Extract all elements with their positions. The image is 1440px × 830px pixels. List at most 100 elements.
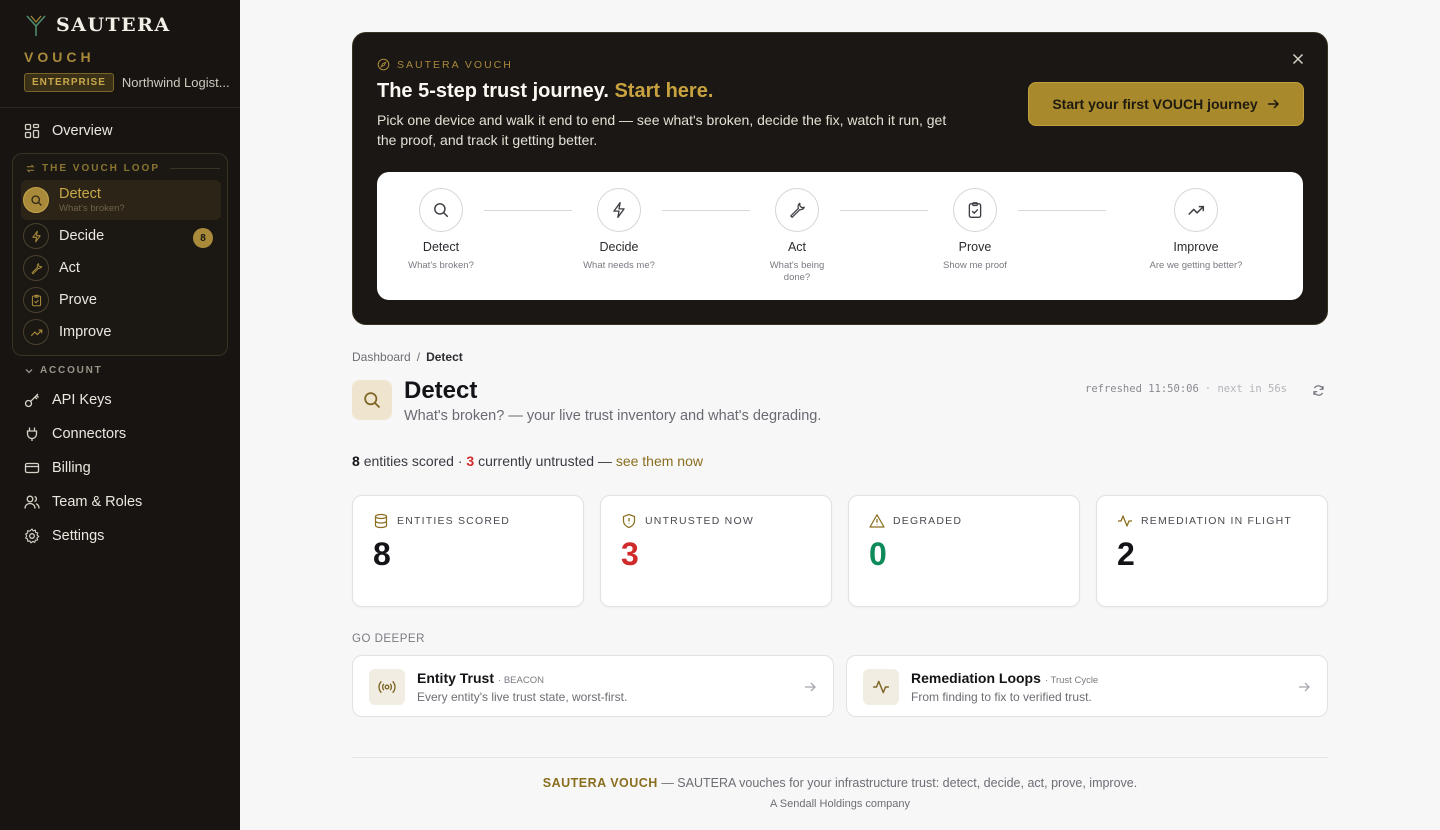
footer-tagline: — SAUTERA vouches for your infrastructur… — [661, 776, 1138, 790]
brand-name: SAUTERA — [56, 14, 171, 36]
kpi-remediation-in-flight: REMEDIATION IN FLIGHT 2 — [1096, 495, 1328, 607]
step-name: Improve — [1173, 240, 1219, 254]
card-title: Entity Trust · BEACON — [417, 670, 544, 686]
sidebar-item-label: Improve — [59, 324, 112, 340]
plug-icon — [26, 427, 38, 441]
sidebar-divider — [0, 107, 240, 108]
wrench-icon — [23, 255, 49, 281]
banner-title: The 5-step trust journey. Start here. — [377, 80, 713, 103]
decide-count-badge: 8 — [193, 228, 213, 248]
arrow-right-icon — [1299, 682, 1310, 692]
clipboard-check-icon — [953, 188, 997, 232]
step-subtitle: Are we getting better? — [1149, 260, 1243, 271]
step-prove[interactable]: Prove Show me proof — [905, 188, 1045, 272]
vouch-loop-title-text: THE VOUCH LOOP — [42, 163, 161, 174]
sidebar-item-decide[interactable]: Decide — [23, 223, 104, 249]
sidebar-item-team-roles[interactable]: Team & Roles — [24, 494, 142, 510]
onboarding-banner: SAUTERA VOUCH The 5-step trust journey. … — [352, 32, 1328, 325]
database-icon — [374, 513, 388, 529]
account-section-title: ACCOUNT — [40, 365, 103, 376]
sidebar-item-billing[interactable]: Billing — [24, 460, 91, 476]
chevron-down-icon — [25, 368, 33, 373]
breadcrumb-current: Detect — [426, 350, 463, 364]
sidebar-item-detect[interactable]: Detect What's broken? — [23, 186, 125, 214]
credit-card-icon — [24, 462, 40, 474]
summary-line: 8 entities scored · 3 currently untruste… — [352, 453, 703, 469]
banner-eyebrow: SAUTERA VOUCH — [377, 58, 513, 71]
sidebar-item-api-keys[interactable]: API Keys — [24, 392, 112, 408]
shield-icon — [622, 513, 636, 529]
sidebar-item-label: Decide — [59, 228, 105, 244]
sidebar-item-label: Overview — [52, 123, 113, 139]
sidebar-item-act[interactable]: Act — [23, 255, 80, 281]
clipboard-check-icon — [23, 287, 49, 313]
breadcrumb: Dashboard / Detect — [352, 350, 463, 364]
step-name: Decide — [599, 240, 639, 254]
users-icon — [24, 495, 40, 509]
step-subtitle: What's being done? — [769, 260, 825, 283]
activity-icon — [1118, 515, 1132, 527]
brand-logo[interactable]: SAUTERA — [24, 13, 171, 37]
footer-company: A Sendall Holdings company — [769, 798, 911, 810]
refresh-status: refreshed 11:50:06 · next in 56s — [1085, 383, 1287, 395]
sidebar-item-label: API Keys — [52, 392, 112, 408]
broadcast-icon — [369, 669, 405, 705]
untrusted-count: 3 — [466, 453, 475, 469]
arrow-right-icon — [805, 682, 816, 692]
sidebar-item-settings[interactable]: Settings — [24, 528, 104, 544]
sidebar-item-sublabel: What's broken? — [59, 203, 125, 214]
account-section-toggle[interactable]: ACCOUNT — [24, 365, 103, 376]
card-subtitle: From finding to fix to verified trust. — [911, 690, 1092, 704]
step-subtitle: Show me proof — [943, 260, 1007, 271]
kpi-label: UNTRUSTED NOW — [645, 515, 754, 527]
org-name: Northwind Logist... — [121, 75, 230, 90]
kpi-value: 3 — [621, 536, 639, 572]
banner-title-highlight: Start here. — [614, 80, 714, 102]
breadcrumb-dashboard[interactable]: Dashboard — [352, 350, 411, 364]
card-title-text: Remediation Loops — [911, 670, 1041, 686]
step-decide[interactable]: Decide What needs me? — [549, 188, 689, 272]
sautera-logo-icon — [26, 15, 46, 36]
sidebar-item-label: Team & Roles — [52, 494, 143, 510]
step-improve[interactable]: Improve Are we getting better? — [1126, 188, 1266, 272]
entity-trust-card[interactable]: Entity Trust · BEACON Every entity's live… — [352, 655, 834, 717]
card-tag: · Trust Cycle — [1044, 675, 1099, 686]
org-switcher[interactable]: ENTERPRISE Northwind Logist... — [24, 73, 230, 92]
refresh-icon[interactable] — [1312, 384, 1325, 397]
card-tag: · BEACON — [498, 675, 544, 686]
remediation-loops-card[interactable]: Remediation Loops · Trust Cycle From find… — [846, 655, 1328, 717]
sidebar-item-prove[interactable]: Prove — [23, 287, 97, 313]
search-icon — [419, 188, 463, 232]
compass-icon — [377, 58, 390, 71]
step-name: Act — [787, 240, 807, 254]
step-act[interactable]: Act What's being done? — [727, 188, 867, 284]
sidebar-item-connectors[interactable]: Connectors — [24, 426, 126, 442]
footer-brand: SAUTERA VOUCH — [542, 776, 658, 790]
plan-badge: ENTERPRISE — [24, 73, 114, 92]
sidebar-item-label: Detect — [59, 186, 101, 202]
sidebar-item-overview[interactable]: Overview — [24, 123, 112, 139]
step-detect[interactable]: Detect What's broken? — [371, 188, 511, 272]
start-journey-button[interactable]: Start your first VOUCH journey — [1028, 82, 1304, 126]
kpi-header: DEGRADED — [869, 513, 962, 529]
warning-icon — [869, 514, 885, 528]
kpi-label: DEGRADED — [893, 515, 963, 527]
kpi-value: 2 — [1117, 536, 1135, 572]
page-title: Detect — [404, 377, 478, 404]
activity-icon — [863, 669, 899, 705]
step-name: Prove — [958, 240, 992, 254]
gear-icon — [25, 528, 40, 544]
start-journey-label: Start your first VOUCH journey — [1052, 96, 1258, 112]
sidebar-item-label: Prove — [59, 292, 97, 308]
kpi-value: 0 — [869, 536, 887, 572]
page-subtitle: What's broken? — your live trust invento… — [404, 408, 822, 424]
scored-text: entities scored · — [363, 453, 463, 469]
sidebar-item-improve[interactable]: Improve — [23, 319, 111, 345]
arrow-right-icon — [1267, 99, 1279, 109]
see-them-now-link[interactable]: see them now — [616, 453, 703, 469]
close-icon[interactable] — [1289, 50, 1307, 68]
next-refresh: · next in 56s — [1204, 383, 1287, 395]
sidebar-item-label: Settings — [52, 528, 105, 544]
search-icon — [23, 187, 49, 213]
kpi-entities-scored: ENTITIES SCORED 8 — [352, 495, 584, 607]
